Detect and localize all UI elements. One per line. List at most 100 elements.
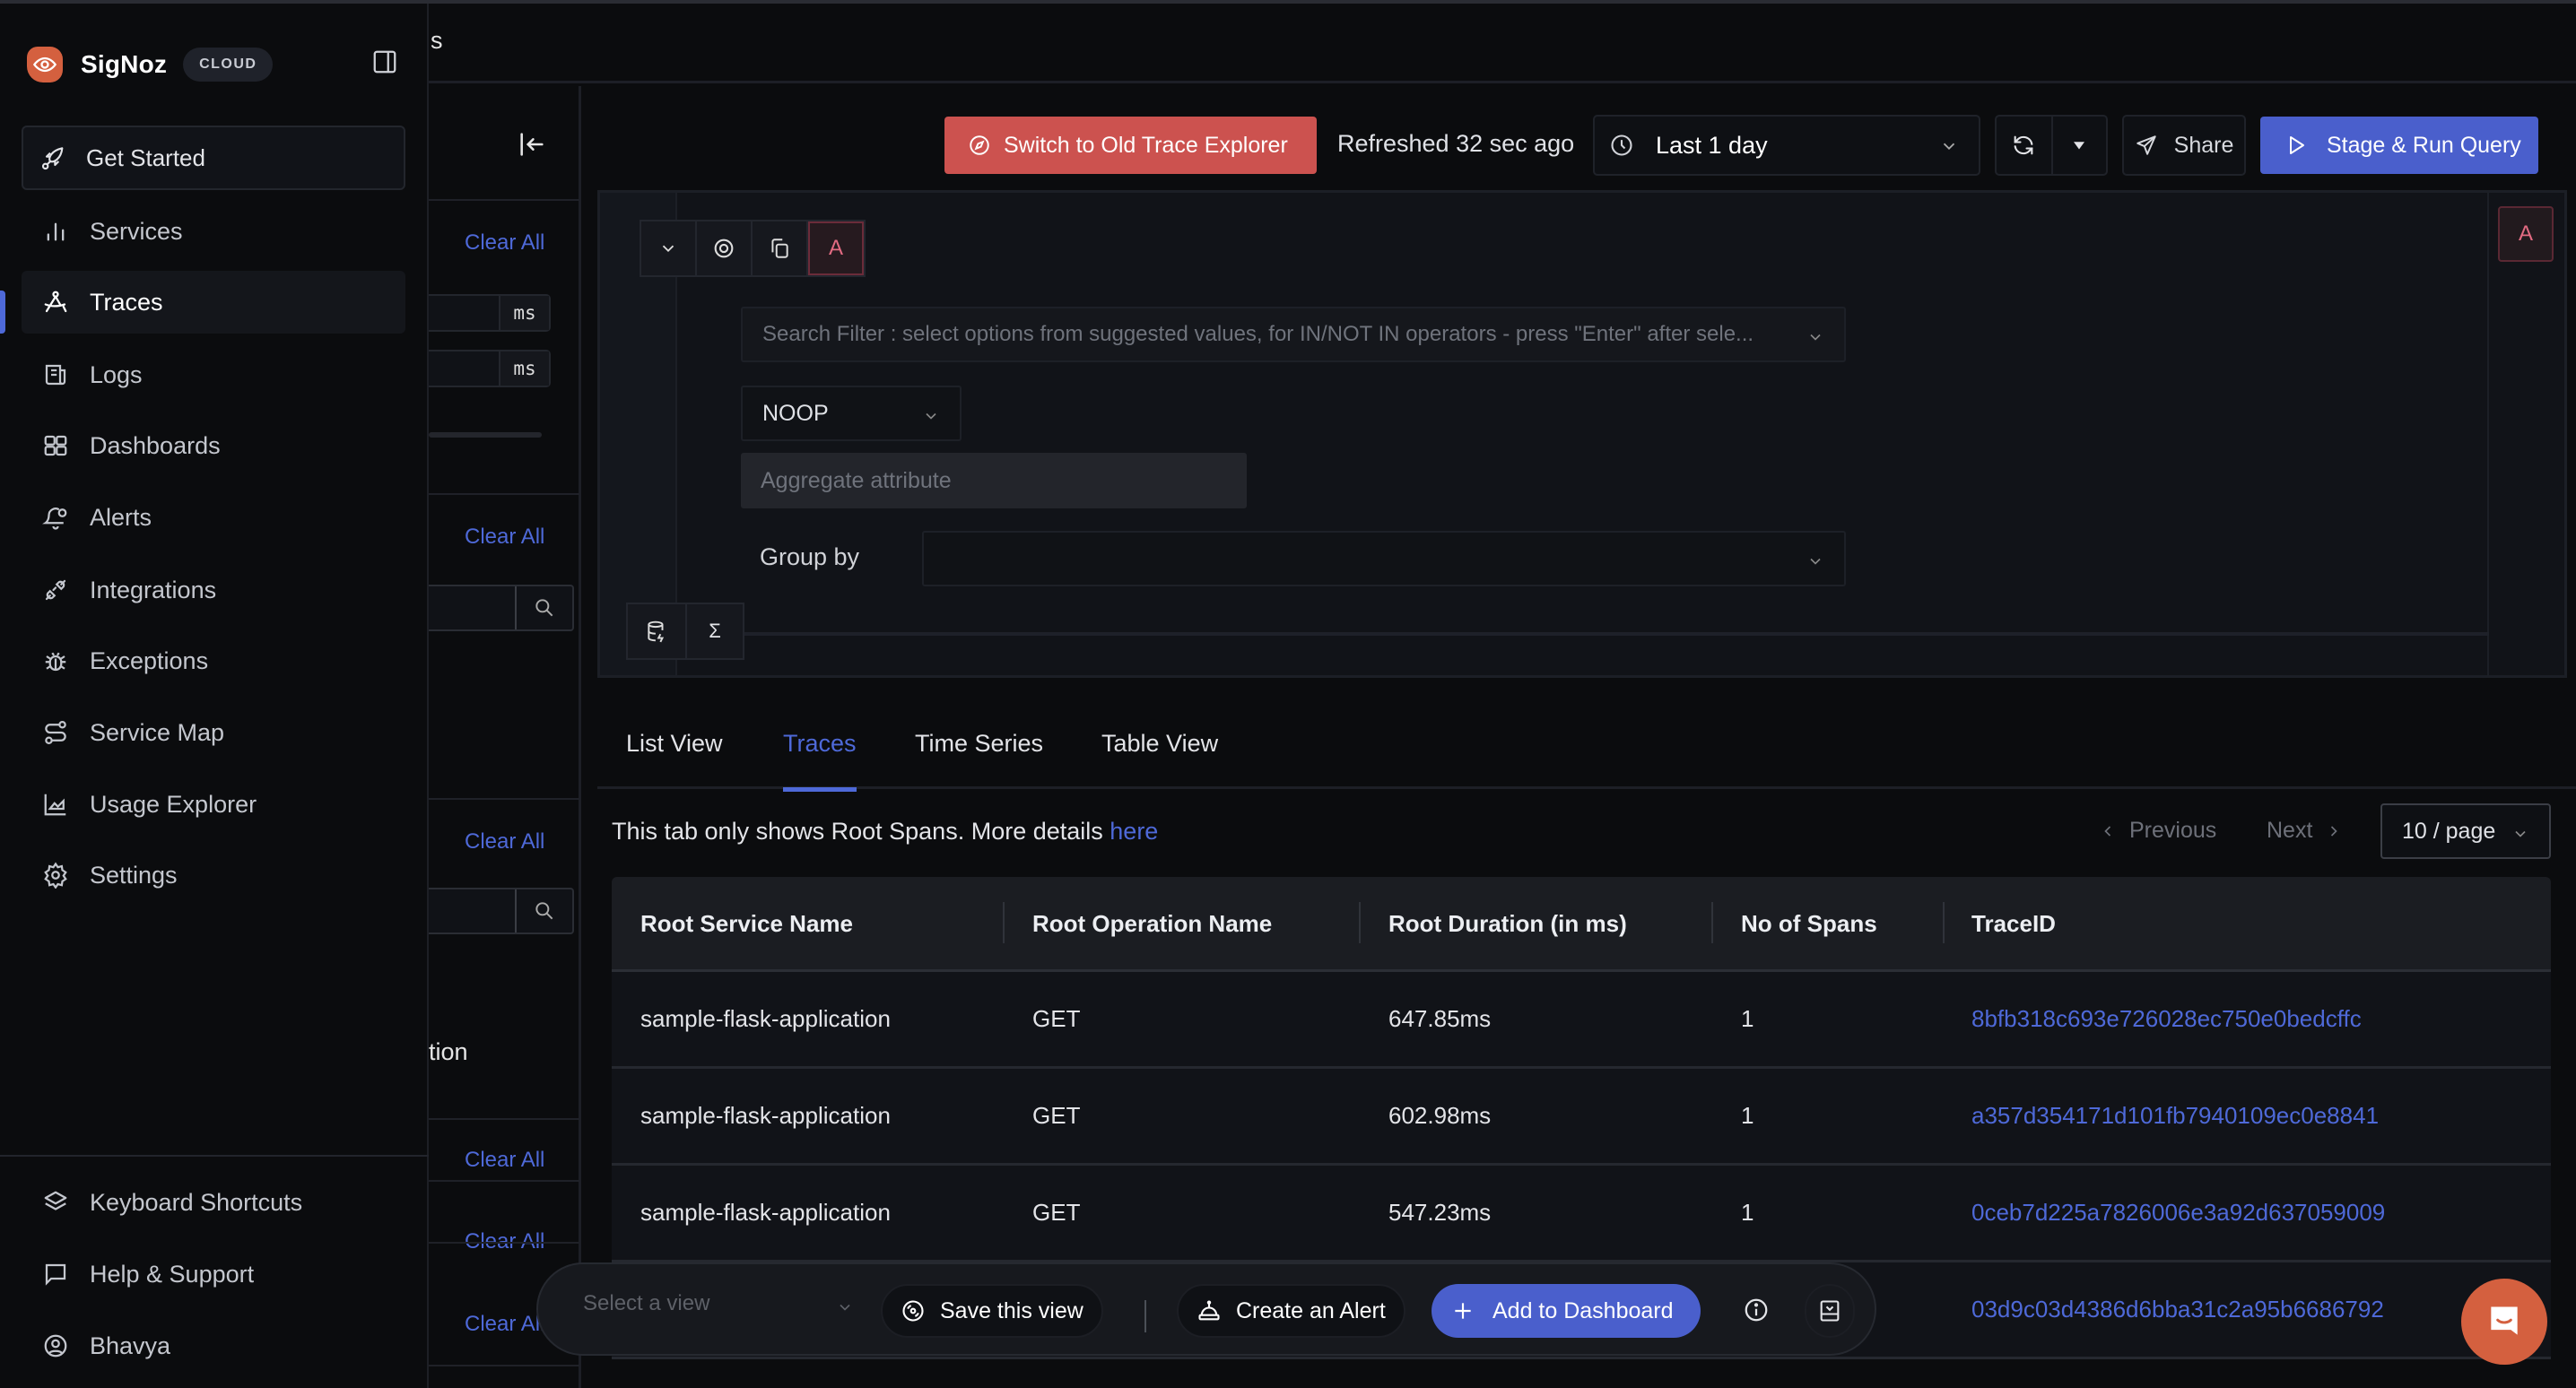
- sidebar-item-services[interactable]: Services: [22, 200, 405, 263]
- group-by-select[interactable]: [922, 531, 1846, 586]
- column-header-root-operation[interactable]: Root Operation Name: [1032, 877, 1272, 970]
- page-size-select[interactable]: 10 / page: [2380, 803, 2551, 859]
- sidebar-item-label: Keyboard Shortcuts: [90, 1188, 303, 1216]
- sidebar-item-help-support[interactable]: Help & Support: [22, 1243, 405, 1306]
- save-view-label: Save this view: [940, 1297, 1083, 1323]
- table-row[interactable]: sample-flask-application GET 602.98ms 1 …: [612, 1069, 2551, 1166]
- info-icon: [1745, 1298, 1768, 1322]
- auto-refresh-dropdown[interactable]: [2050, 117, 2106, 174]
- duration-min-input[interactable]: ms: [429, 294, 551, 332]
- next-page-button[interactable]: Next: [2267, 818, 2343, 844]
- cell-trace-id-link[interactable]: 0ceb7d225a7826006e3a92d637059009: [1971, 1166, 2385, 1260]
- page-title-partial: s: [431, 27, 443, 54]
- save-panel-icon: [1820, 1300, 1840, 1322]
- column-header-root-service[interactable]: Root Service Name: [640, 877, 853, 970]
- aggregate-operator-select[interactable]: NOOP: [741, 386, 962, 441]
- sidebar-item-label: Dashboards: [90, 431, 221, 459]
- filter-search-button[interactable]: [515, 586, 572, 629]
- sidebar: SigNoz CLOUD Get Started Services Traces…: [0, 4, 429, 1388]
- clear-all-duration[interactable]: Clear All: [465, 230, 544, 256]
- result-tabs: List View Traces Time Series Table View: [597, 730, 2576, 792]
- clear-all-filter-3[interactable]: Clear All: [465, 829, 544, 854]
- cell-root-service: sample-flask-application: [640, 1199, 891, 1226]
- sidebar-item-keyboard-shortcuts[interactable]: Keyboard Shortcuts: [22, 1171, 405, 1234]
- query-label-a-side[interactable]: A: [2498, 206, 2554, 262]
- switch-old-explorer-button[interactable]: Switch to Old Trace Explorer: [944, 117, 1317, 174]
- get-started-button[interactable]: Get Started: [22, 126, 405, 190]
- brand-logo[interactable]: SigNoz CLOUD: [27, 45, 274, 84]
- filter-search-input[interactable]: [429, 585, 574, 631]
- sidebar-item-settings[interactable]: Settings: [22, 844, 405, 907]
- sidebar-item-exceptions[interactable]: Exceptions: [22, 629, 405, 692]
- support-chat-button[interactable]: [2461, 1279, 2547, 1365]
- chevron-down-icon: [662, 245, 674, 253]
- query-label-a[interactable]: A: [808, 221, 864, 275]
- column-header-num-spans[interactable]: No of Spans: [1741, 877, 1877, 970]
- cell-num-spans: 1: [1741, 1102, 1754, 1129]
- stage-run-query-button[interactable]: Stage & Run Query: [2260, 117, 2538, 174]
- next-label: Next: [2267, 818, 2313, 843]
- time-range-picker[interactable]: Last 1 day: [1593, 115, 1980, 176]
- plus-icon: [1451, 1299, 1475, 1323]
- save-view-button[interactable]: Save this view: [881, 1284, 1103, 1338]
- collapse-filters-button[interactable]: [517, 129, 547, 160]
- get-started-label: Get Started: [86, 143, 205, 171]
- column-header-root-duration[interactable]: Root Duration (in ms): [1388, 877, 1627, 970]
- sidebar-item-integrations[interactable]: Integrations: [22, 559, 405, 621]
- sidebar-item-logs[interactable]: Logs: [22, 343, 405, 406]
- clear-all-filter-6[interactable]: Clear All: [465, 1312, 544, 1337]
- clear-all-filter-4[interactable]: Clear All: [465, 1148, 544, 1173]
- duration-max-input[interactable]: ms: [429, 350, 551, 387]
- previous-page-button[interactable]: Previous: [2099, 818, 2216, 844]
- filter-search-input[interactable]: [429, 888, 574, 934]
- create-alert-label: Create an Alert: [1236, 1297, 1386, 1323]
- info-button[interactable]: [1743, 1297, 1770, 1323]
- cell-trace-id-link[interactable]: a357d354171d101fb7940109ec0e8841: [1971, 1069, 2379, 1163]
- toggle-visibility-button[interactable]: [697, 221, 753, 275]
- refresh-button[interactable]: [1997, 117, 2051, 174]
- select-view-placeholder: Select a view: [583, 1291, 710, 1315]
- layers-icon: [41, 1188, 70, 1217]
- tab-time-series[interactable]: Time Series: [915, 730, 1043, 789]
- sidebar-item-dashboards[interactable]: Dashboards: [22, 414, 405, 477]
- filter-section-divider: [429, 199, 579, 201]
- column-header-trace-id[interactable]: TraceID: [1971, 877, 2056, 970]
- cell-trace-id-link[interactable]: 03d9c03d4386d6bba31c2a95b6686792: [1971, 1262, 2384, 1357]
- cell-trace-id-link[interactable]: 8bfb318c693e726028ec750e0bedcffc: [1971, 972, 2362, 1066]
- query-actions: A: [640, 220, 866, 277]
- sidebar-item-traces[interactable]: Traces: [22, 271, 405, 334]
- tab-table-view[interactable]: Table View: [1101, 730, 1218, 789]
- collapse-query-button[interactable]: [641, 221, 697, 275]
- filter-section-divider: [429, 1118, 579, 1120]
- sidebar-item-label: Bhavya: [90, 1332, 171, 1359]
- concierge-bell-icon: [1197, 1298, 1222, 1323]
- column-divider: [1003, 902, 1005, 943]
- toggle-sidebar-button[interactable]: [371, 48, 398, 75]
- filter-option-label-partial[interactable]: tion: [429, 1038, 468, 1066]
- export-button[interactable]: [1805, 1284, 1855, 1338]
- sidebar-item-usage-explorer[interactable]: Usage Explorer: [22, 773, 405, 836]
- add-formula-button[interactable]: Σ: [685, 604, 743, 658]
- create-alert-button[interactable]: Create an Alert: [1177, 1284, 1405, 1338]
- user-circle-icon: [41, 1332, 70, 1360]
- tab-list-view[interactable]: List View: [626, 730, 723, 789]
- duration-slider[interactable]: [429, 432, 542, 438]
- add-query-button[interactable]: [628, 604, 685, 658]
- select-view-dropdown[interactable]: Select a view: [583, 1291, 850, 1316]
- clear-all-filter-2[interactable]: Clear All: [465, 525, 544, 550]
- aggregate-attribute-input[interactable]: Aggregate attribute: [741, 453, 1247, 508]
- sidebar-item-alerts[interactable]: Alerts: [22, 486, 405, 549]
- sidebar-item-service-map[interactable]: Service Map: [22, 701, 405, 764]
- copy-query-button[interactable]: [753, 221, 808, 275]
- tab-traces[interactable]: Traces: [783, 730, 857, 792]
- share-button[interactable]: Share: [2122, 115, 2246, 176]
- add-to-dashboard-button[interactable]: Add to Dashboard: [1432, 1284, 1701, 1338]
- sidebar-item-user[interactable]: Bhavya: [22, 1314, 405, 1377]
- cell-root-duration: 647.85ms: [1388, 1005, 1492, 1032]
- more-details-link[interactable]: here: [1110, 818, 1158, 845]
- cell-num-spans: 1: [1741, 1005, 1754, 1032]
- search-filter-input[interactable]: Search Filter : select options from sugg…: [741, 307, 1846, 362]
- table-row[interactable]: sample-flask-application GET 647.85ms 1 …: [612, 972, 2551, 1069]
- table-row[interactable]: sample-flask-application GET 547.23ms 1 …: [612, 1166, 2551, 1262]
- filter-search-button[interactable]: [515, 889, 572, 933]
